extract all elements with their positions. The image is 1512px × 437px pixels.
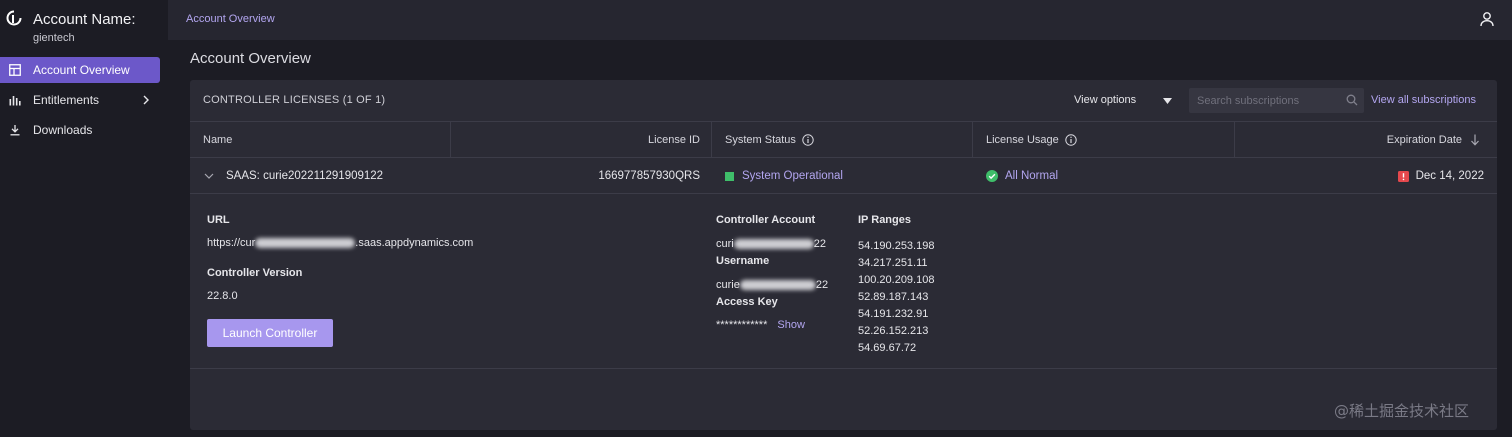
list-item: 54.191.232.91 (858, 308, 929, 320)
column-header-license-usage[interactable]: License Usage (986, 122, 1077, 158)
url-prefix: https://cur (207, 237, 256, 249)
status-square-icon (725, 171, 734, 181)
redacted-mask (739, 280, 816, 291)
list-item: 100.20.209.108 (858, 274, 935, 286)
column-header-label: License Usage (986, 134, 1059, 146)
show-access-key-link[interactable]: Show (777, 319, 805, 331)
username-suffix: 22 (815, 279, 829, 291)
column-header-expiration-date[interactable]: Expiration Date (1234, 122, 1480, 158)
search-icon[interactable] (1346, 94, 1358, 106)
controller-account-prefix: curi (716, 238, 734, 250)
controller-account-label: Controller Account (716, 214, 816, 226)
controller-account-suffix: 22 (813, 238, 826, 250)
url-label: URL (207, 214, 230, 226)
name-cell: SAAS: curie202211291909122 (204, 158, 383, 194)
sidebar-item-entitlements[interactable]: Entitlements (0, 87, 160, 113)
license-usage-cell: All Normal (986, 158, 1058, 194)
column-header-label: Name (203, 134, 233, 146)
list-item: 34.217.251.11 (858, 257, 928, 269)
view-options-dropdown[interactable]: View options (1074, 94, 1136, 106)
username-label: Username (716, 255, 770, 267)
list-item: 54.69.67.72 (858, 342, 917, 354)
column-header-name[interactable]: Name (203, 122, 232, 158)
ip-ranges-label: IP Ranges (858, 214, 911, 226)
access-key-label: Access Key (716, 296, 778, 308)
app-root: Account Name: gientech Account Overview … (0, 0, 1512, 437)
dashboard-icon (9, 64, 21, 76)
sidebar-item-account-overview[interactable]: Account Overview (0, 57, 160, 83)
view-all-subscriptions-link[interactable]: View all subscriptions (1371, 94, 1476, 106)
sidebar-item-label: Account Overview (33, 63, 130, 77)
list-item: 52.89.187.143 (858, 291, 929, 303)
controller-account-value: curi 22 (716, 238, 826, 250)
table-header: Name License ID System Status License Us… (190, 122, 1497, 158)
launch-controller-button[interactable]: Launch Controller (207, 319, 333, 347)
redacted-mask (255, 238, 356, 249)
column-header-label: License ID (648, 134, 700, 146)
controller-licenses-card: CONTROLLER LICENSES (1 OF 1) View option… (190, 80, 1497, 430)
sidebar: Account Name: gientech Account Overview … (0, 0, 168, 437)
watermark: @稀土掘金技术社区 (1334, 402, 1470, 420)
bar-chart-icon (9, 96, 21, 106)
account-name-value: gientech (33, 32, 75, 44)
user-icon[interactable] (1479, 11, 1495, 27)
license-detail-panel: URL https://cur .saas.appdynamics.com Con… (190, 194, 1497, 369)
url-value: https://cur .saas.appdynamics.com (207, 237, 473, 249)
license-usage-link[interactable]: All Normal (1005, 170, 1058, 182)
topbar: Account Overview (168, 0, 1512, 40)
license-id: 166977857930QRS (598, 170, 700, 182)
ip-ranges-list: 54.190.253.198 34.217.251.11 100.20.209.… (858, 238, 934, 357)
chevron-down-icon[interactable] (204, 172, 214, 180)
card-title: CONTROLLER LICENSES (1 OF 1) (203, 94, 386, 106)
controller-version-label: Controller Version (207, 267, 303, 279)
info-icon[interactable] (802, 134, 814, 146)
search-subscriptions-input[interactable] (1189, 88, 1364, 113)
sidebar-item-label: Downloads (33, 123, 93, 137)
chevron-right-icon (143, 95, 149, 105)
system-status-cell: System Operational (725, 158, 843, 194)
list-item: 54.190.253.198 (858, 240, 935, 252)
sort-arrow-down-icon[interactable] (1470, 134, 1480, 146)
username-prefix: curie (716, 279, 740, 291)
column-divider (972, 122, 973, 158)
expiration-cell: Dec 14, 2022 (1234, 158, 1484, 194)
caret-down-icon[interactable] (1163, 98, 1172, 104)
username-value: curie 22 (716, 279, 828, 291)
sidebar-item-downloads[interactable]: Downloads (0, 117, 160, 143)
expiration-date: Dec 14, 2022 (1415, 170, 1484, 182)
appdynamics-logo-icon (6, 10, 22, 26)
column-header-license-id[interactable]: License ID (450, 122, 700, 158)
url-suffix: .saas.appdynamics.com (355, 237, 474, 249)
page-title: Account Overview (190, 50, 311, 67)
card-header: CONTROLLER LICENSES (1 OF 1) View option… (190, 80, 1497, 122)
column-divider (711, 122, 712, 158)
access-key-masked: ************ (716, 319, 768, 331)
alert-icon (1397, 170, 1409, 182)
list-item: 52.26.152.213 (858, 325, 929, 337)
account-name-label: Account Name: (33, 11, 136, 28)
download-icon (10, 125, 20, 136)
info-icon[interactable] (1065, 134, 1077, 146)
sidebar-item-label: Entitlements (33, 93, 100, 107)
table-row[interactable]: SAAS: curie202211291909122 166977857930Q… (190, 158, 1497, 194)
license-name: SAAS: curie202211291909122 (226, 170, 384, 182)
column-header-system-status[interactable]: System Status (725, 122, 814, 158)
brand: Account Name: gientech (0, 0, 168, 52)
breadcrumb[interactable]: Account Overview (186, 13, 275, 25)
column-header-label: Expiration Date (1386, 134, 1462, 146)
check-circle-icon (986, 170, 998, 182)
controller-version-value: 22.8.0 (207, 290, 238, 302)
access-key-value: ************ Show (716, 319, 805, 331)
redacted-mask (733, 239, 814, 250)
license-id-cell: 166977857930QRS (450, 158, 700, 194)
column-header-label: System Status (725, 134, 796, 146)
system-status-link[interactable]: System Operational (742, 170, 843, 182)
